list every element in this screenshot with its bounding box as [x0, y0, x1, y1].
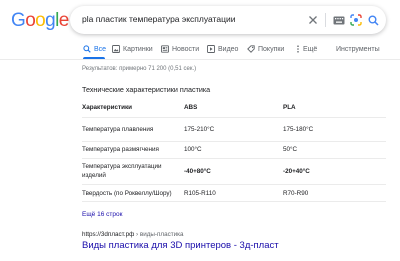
search-input[interactable]: pla пластик температура эксплуатации — [82, 14, 235, 24]
column-header: PLA — [283, 104, 296, 111]
keyboard-icon[interactable] — [332, 13, 346, 27]
header-divider — [0, 59, 400, 60]
tab-shopping[interactable]: Покупки — [247, 43, 284, 55]
tab-label: Видео — [218, 45, 239, 53]
tab-all[interactable]: Все — [83, 43, 106, 55]
table-cell: 50°C — [283, 146, 298, 153]
table-cell: R105-R110 — [184, 190, 216, 197]
search-icon — [83, 45, 91, 53]
tag-icon — [247, 45, 255, 53]
video-icon — [207, 45, 215, 53]
table-row: Температура эксплуатации изделий -40+80°… — [82, 159, 386, 185]
news-icon — [161, 45, 169, 53]
result-domain: https://3dпласт.рф — [82, 231, 135, 238]
image-icon — [112, 45, 120, 53]
table-row: Температура размягчения 100°C 50°C — [82, 142, 386, 159]
table-cell: Температура эксплуатации — [82, 163, 162, 170]
table-row: Температура плавления 175-210°C 175-180°… — [82, 118, 386, 142]
result-url[interactable]: https://3dпласт.рф › виды-пластика — [82, 231, 184, 238]
logo-letter: e — [58, 10, 70, 31]
table-cell: Температура размягчения — [82, 146, 159, 153]
table-cell: 175-210°C — [184, 126, 215, 133]
search-divider — [325, 13, 326, 27]
table-cell: Температура плавления — [82, 126, 154, 133]
results-stats: Результатов: примерно 71 200 (0,51 сек.) — [82, 66, 197, 72]
result-path: › виды-пластика — [134, 231, 184, 238]
search-box[interactable]: pla пластик температура эксплуатации — [70, 6, 386, 34]
result-title-link[interactable]: Виды пластика для 3D принтеров - 3д-плас… — [82, 240, 279, 251]
tools-button[interactable]: Инструменты — [336, 43, 380, 55]
tab-video[interactable]: Видео — [207, 43, 238, 55]
column-header: ABS — [184, 104, 198, 111]
table-row: Твердость (по Роквеллу/Шору) R105-R110 R… — [82, 185, 386, 202]
table-header-row: Характеристики ABS PLA — [82, 97, 386, 118]
column-header: Характеристики — [82, 104, 132, 111]
tab-label: Все — [94, 45, 107, 53]
logo-letter: o — [35, 10, 46, 31]
table-cell: Твердость (по Роквеллу/Шору) — [82, 190, 172, 197]
camera-lens-icon[interactable] — [349, 13, 363, 27]
logo-letter: o — [25, 10, 36, 31]
table-cell: изделий — [82, 172, 106, 179]
google-logo[interactable]: Google — [11, 11, 69, 31]
close-icon[interactable] — [306, 13, 320, 27]
tab-label: Картинки — [123, 45, 153, 53]
table-cell: 100°C — [184, 146, 202, 153]
tab-news[interactable]: Новости — [161, 43, 199, 55]
tab-label: Новости — [172, 45, 200, 53]
tools-label: Инструменты — [336, 45, 380, 53]
logo-letter: G — [11, 10, 26, 31]
search-tabs: Все Картинки Новости Видео Покупки Ещё И… — [77, 43, 400, 57]
more-vert-icon — [297, 45, 299, 53]
tab-more[interactable]: Ещё — [296, 43, 317, 55]
snippet-title: Технические характеристики пластика — [82, 85, 211, 94]
tab-label: Ещё — [303, 45, 318, 53]
table-cell: 175-180°C — [283, 126, 314, 133]
table-cell: -20+40°C — [283, 168, 310, 175]
table-cell: R70-R90 — [283, 190, 309, 197]
tab-images[interactable]: Картинки — [112, 43, 153, 55]
tab-label: Покупки — [258, 45, 285, 53]
logo-letter: g — [45, 10, 56, 31]
more-rows-link[interactable]: Ещё 16 строк — [82, 211, 122, 218]
table-cell: -40+80°C — [184, 168, 211, 175]
search-icon[interactable] — [366, 13, 380, 27]
